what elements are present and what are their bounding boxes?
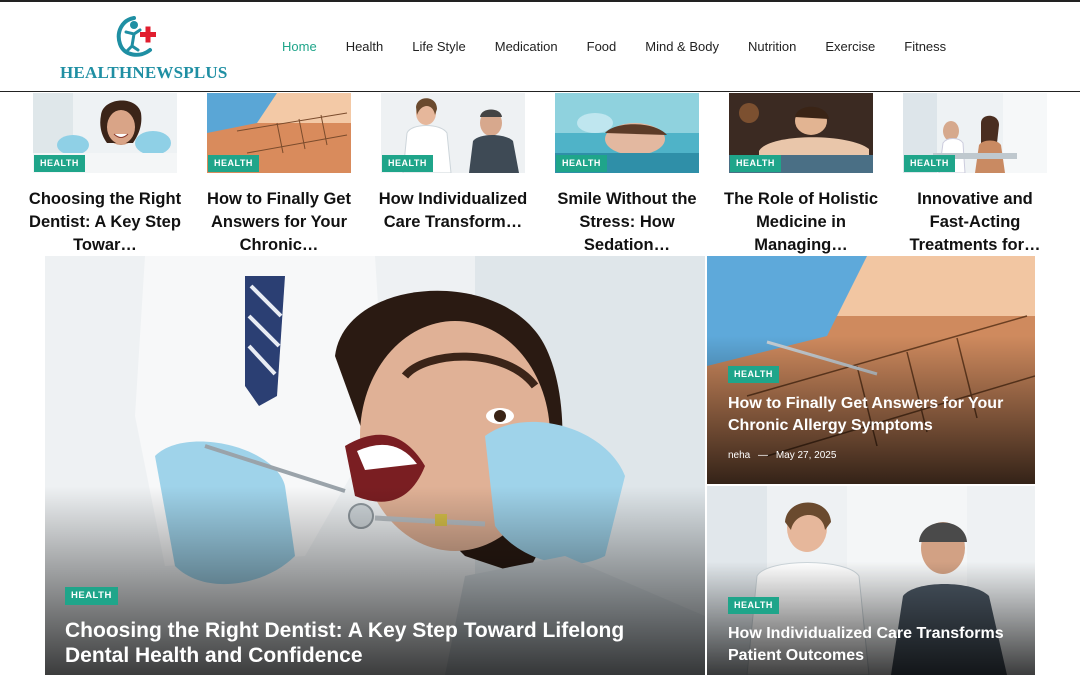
main-nav: Home Health Life Style Medication Food Mind &… [282, 39, 975, 54]
nav-item-exercise[interactable]: Exercise [825, 39, 875, 54]
top-article-strip: HEALTH Choosing the Right Dentist: A Key… [29, 93, 1053, 255]
side-article[interactable]: HEALTH How to Finally Get Answers for Yo… [707, 256, 1035, 484]
logo-text: HEALTHNEWSPLUS [60, 63, 228, 82]
featured-image[interactable] [45, 256, 705, 675]
nav-item-medication[interactable]: Medication [495, 39, 558, 54]
site-logo[interactable]: HEALTHNEWSPLUS [58, 10, 227, 86]
article-title[interactable]: How to Finally Get Answers for Your Chro… [201, 188, 357, 257]
meta-separator: — [758, 450, 769, 461]
category-badge[interactable]: HEALTH [65, 587, 118, 605]
figure-with-medical-cross-icon [116, 16, 156, 57]
nav-item-life-style[interactable]: Life Style [412, 39, 465, 54]
article-meta: neha — May 27, 2025 [728, 450, 836, 461]
category-badge[interactable]: HEALTH [730, 155, 781, 172]
nav-item-fitness[interactable]: Fitness [904, 39, 946, 54]
side-article[interactable]: HEALTH How Individualized Care Transform… [707, 486, 1035, 675]
category-badge[interactable]: HEALTH [208, 155, 259, 172]
nav-item-home[interactable]: Home [282, 39, 317, 54]
nav-item-food[interactable]: Food [587, 39, 617, 54]
article-title[interactable]: Smile Without the Stress: How Sedation… [549, 188, 705, 257]
strip-card[interactable]: HEALTH How Individualized Care Transform… [379, 93, 527, 255]
article-title[interactable]: Choosing the Right Dentist: A Key Step T… [27, 188, 183, 257]
featured-title[interactable]: Choosing the Right Dentist: A Key Step T… [65, 618, 625, 668]
article-title[interactable]: The Role of Holistic Medicine in Managin… [723, 188, 879, 257]
strip-card[interactable]: HEALTH Choosing the Right Dentist: A Key… [29, 93, 181, 255]
category-badge[interactable]: HEALTH [728, 366, 779, 383]
nav-item-health[interactable]: Health [346, 39, 384, 54]
strip-card[interactable]: HEALTH How to Finally Get Answers for Yo… [207, 93, 351, 255]
strip-card[interactable]: HEALTH Smile Without the Stress: How Sed… [555, 93, 699, 255]
article-title[interactable]: How Individualized Care Transform… [375, 188, 531, 234]
strip-card[interactable]: HEALTH The Role of Holistic Medicine in … [724, 93, 878, 255]
side-article-title[interactable]: How to Finally Get Answers for Your Chro… [728, 393, 1028, 437]
featured-article[interactable]: HEALTH Choosing the Right Dentist: A Key… [45, 256, 705, 675]
article-title[interactable]: Innovative and Fast-Acting Treatments fo… [897, 188, 1053, 257]
category-badge[interactable]: HEALTH [728, 597, 779, 614]
author-link[interactable]: neha [728, 450, 750, 461]
site-header: HEALTHNEWSPLUS Home Health Life Style Medic… [0, 0, 1080, 92]
category-badge[interactable]: HEALTH [556, 155, 607, 172]
category-badge[interactable]: HEALTH [34, 155, 85, 172]
nav-item-nutrition[interactable]: Nutrition [748, 39, 796, 54]
category-badge[interactable]: HEALTH [382, 155, 433, 172]
publish-date: May 27, 2025 [775, 450, 837, 461]
strip-card[interactable]: HEALTH Innovative and Fast-Acting Treatm… [903, 93, 1047, 255]
nav-item-mind-body[interactable]: Mind & Body [645, 39, 719, 54]
category-badge[interactable]: HEALTH [904, 155, 955, 172]
side-article-title[interactable]: How Individualized Care Transforms Patie… [728, 623, 1028, 667]
